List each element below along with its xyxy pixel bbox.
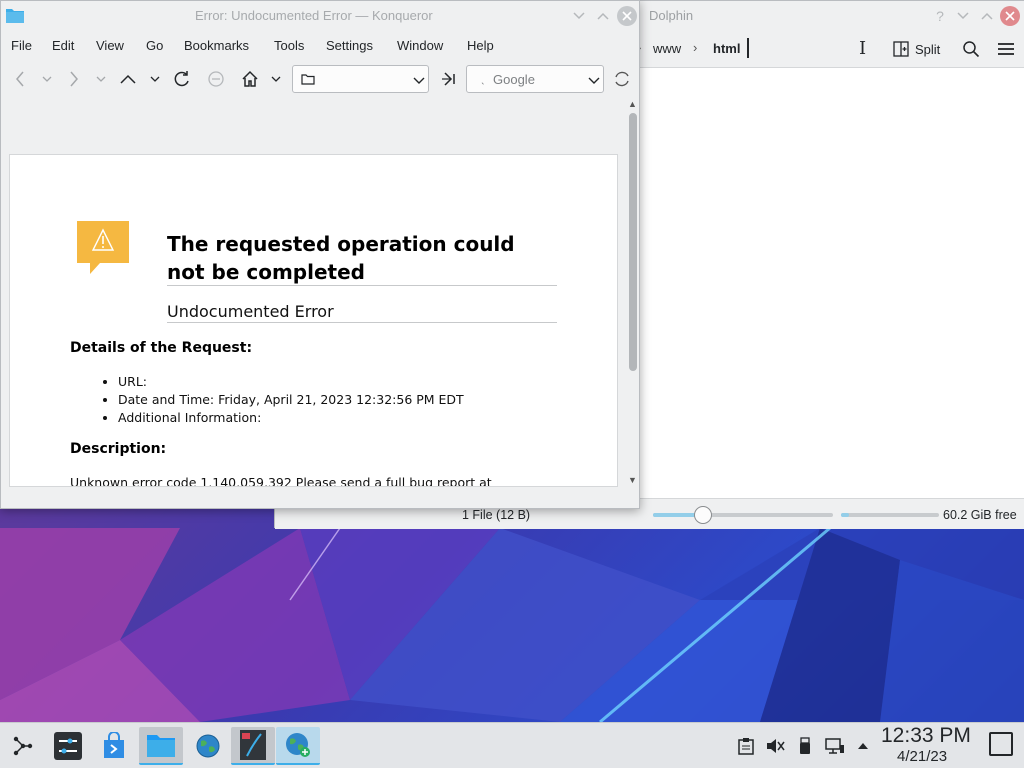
back-icon[interactable]	[8, 67, 32, 91]
location-bar[interactable]	[292, 65, 429, 93]
scrollbar-thumb[interactable]	[629, 113, 637, 371]
konqueror-taskbar-item[interactable]	[276, 727, 320, 765]
web-search-input[interactable]: ˎ Google	[466, 65, 604, 93]
menu-go[interactable]: Go	[146, 31, 163, 53]
show-desktop-icon[interactable]	[989, 732, 1013, 756]
reload-icon[interactable]	[170, 67, 194, 91]
scroll-down-icon[interactable]: ▼	[628, 475, 637, 485]
free-space-label: 60.2 GiB free	[943, 508, 1017, 522]
menu-tools[interactable]: Tools	[274, 31, 304, 53]
konqueror-globe-icon[interactable]	[186, 727, 230, 765]
detail-url: URL:	[118, 373, 464, 391]
menubar: File Edit View Go Bookmarks Tools Settin…	[1, 31, 639, 59]
free-space-fill	[841, 513, 849, 517]
chevron-right-icon: ›	[693, 40, 698, 55]
error-page-content: The requested operation could not be com…	[9, 154, 618, 487]
request-details-list: URL: Date and Time: Friday, April 21, 20…	[118, 373, 464, 427]
usb-device-icon[interactable]	[795, 736, 815, 756]
breadcrumb-html[interactable]: html	[713, 41, 740, 56]
chevron-down-icon[interactable]	[413, 77, 425, 85]
divider	[167, 285, 557, 286]
menu-file[interactable]: File	[11, 31, 32, 53]
menu-help[interactable]: Help	[467, 31, 494, 53]
divider	[167, 322, 557, 323]
close-icon[interactable]	[617, 6, 637, 26]
maximize-icon[interactable]	[593, 6, 613, 26]
terminal-taskbar-item[interactable]	[231, 727, 275, 765]
detail-date-time: Date and Time: Friday, April 21, 2023 12…	[118, 391, 464, 409]
menu-view[interactable]: View	[96, 31, 124, 53]
error-title: The requested operation could not be com…	[167, 232, 515, 284]
zoom-slider[interactable]	[653, 513, 833, 517]
konqueror-window[interactable]: Error: Undocumented Error — Konqueror Fi…	[0, 0, 640, 509]
menu-bookmarks[interactable]: Bookmarks	[184, 31, 249, 53]
zoom-slider-handle[interactable]	[694, 506, 713, 524]
description-heading: Description:	[70, 441, 167, 457]
search-placeholder: Google	[493, 72, 535, 87]
file-count-status: 1 File (12 B)	[462, 508, 531, 522]
tray-expand-icon[interactable]	[853, 736, 873, 756]
details-heading: Details of the Request:	[70, 340, 253, 356]
dolphin-taskbar-item[interactable]	[139, 727, 183, 765]
clock-date[interactable]: 4/21/23	[897, 748, 947, 765]
menu-window[interactable]: Window	[397, 31, 443, 53]
clock-time[interactable]: 12:33 PM	[881, 724, 971, 748]
menu-edit[interactable]: Edit	[52, 31, 74, 53]
dolphin-title: Dolphin	[649, 8, 694, 23]
application-launcher-icon[interactable]	[1, 727, 45, 765]
folder-icon	[147, 735, 175, 757]
forward-icon[interactable]	[62, 67, 86, 91]
folder-icon	[301, 74, 315, 85]
home-chevron-icon[interactable]	[264, 67, 288, 91]
split-icon	[893, 41, 909, 57]
error-subtitle: Undocumented Error	[167, 302, 334, 321]
network-icon[interactable]	[825, 736, 845, 756]
folder-icon	[6, 9, 24, 23]
up-icon[interactable]	[116, 67, 140, 91]
warning-speech-bubble-icon	[77, 221, 129, 274]
text-cursor	[747, 38, 749, 58]
menu-settings[interactable]: Settings	[326, 31, 373, 53]
hamburger-menu-icon[interactable]	[993, 36, 1019, 62]
refresh-search-icon[interactable]	[610, 67, 634, 91]
description-text: Unknown error code 1,140,059,392 Please …	[70, 475, 492, 487]
close-icon[interactable]	[1000, 6, 1020, 26]
konqueror-titlebar[interactable]: Error: Undocumented Error — Konqueror	[1, 1, 639, 30]
clipboard-icon[interactable]	[736, 736, 756, 756]
breadcrumb-www[interactable]: www	[653, 41, 681, 56]
minimize-icon[interactable]	[953, 6, 973, 26]
maximize-icon[interactable]	[977, 6, 997, 26]
discover-store-icon[interactable]	[92, 727, 136, 765]
home-icon[interactable]	[238, 67, 262, 91]
minimize-icon[interactable]	[569, 6, 589, 26]
stop-icon[interactable]	[204, 67, 228, 91]
chevron-down-icon[interactable]	[588, 77, 600, 85]
volume-muted-icon[interactable]	[765, 736, 785, 756]
free-space-bar	[841, 513, 939, 517]
help-icon[interactable]: ?	[930, 6, 950, 26]
taskbar	[0, 722, 1024, 768]
up-history-chevron-icon[interactable]	[143, 67, 167, 91]
vertical-scrollbar[interactable]: ▲ ▼	[627, 99, 639, 489]
search-provider-icon: ˎ	[481, 71, 485, 85]
ibeam-cursor-icon: I	[859, 38, 867, 59]
konqueror-title: Error: Undocumented Error — Konqueror	[195, 8, 433, 23]
split-label: Split	[915, 41, 941, 57]
back-history-chevron-icon[interactable]	[35, 67, 59, 91]
system-settings-icon[interactable]	[46, 727, 90, 765]
scroll-up-icon[interactable]: ▲	[628, 99, 637, 109]
go-url-icon[interactable]	[438, 67, 462, 91]
forward-history-chevron-icon[interactable]	[89, 67, 113, 91]
search-icon[interactable]	[958, 36, 984, 62]
detail-additional-info: Additional Information:	[118, 409, 464, 427]
split-button[interactable]: Split	[893, 36, 940, 62]
